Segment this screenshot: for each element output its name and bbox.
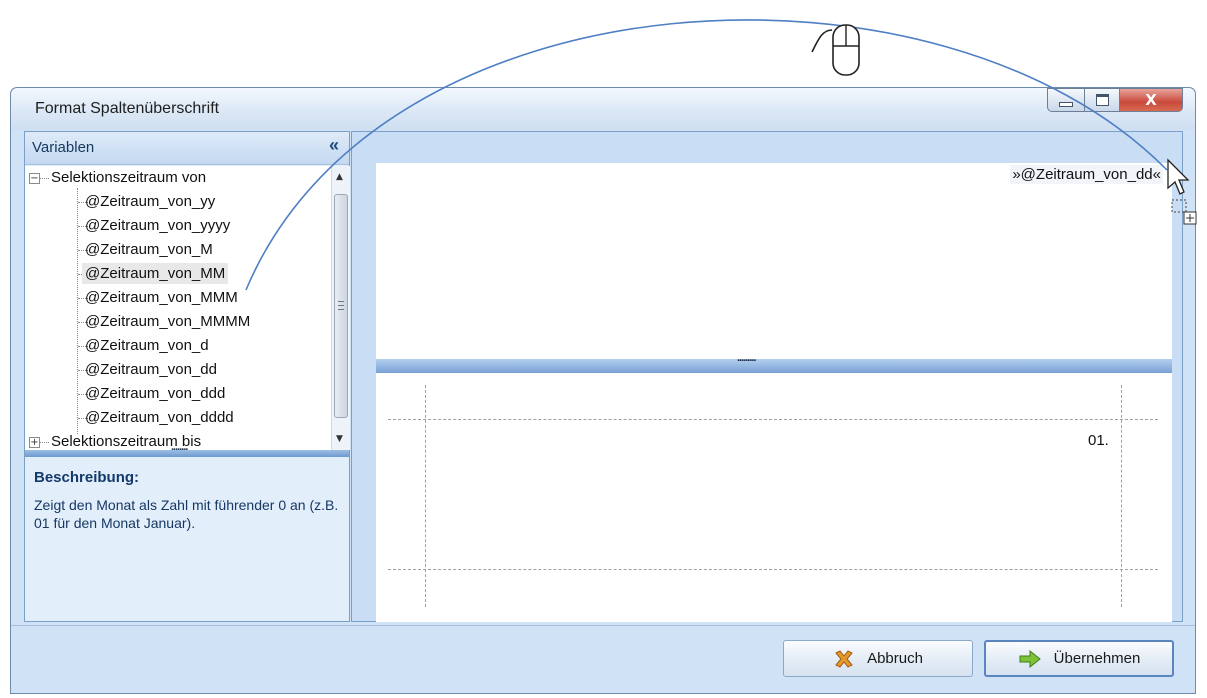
variables-tree: − Selektionszeitraum von @Zeitraum_von_y… xyxy=(25,166,331,450)
tree-scrollbar[interactable]: ▲ ▼ xyxy=(331,166,350,450)
arrow-right-icon xyxy=(1019,649,1041,668)
splitter-grip: ......... xyxy=(737,352,756,364)
tree-item[interactable]: @Zeitraum_von_MMM xyxy=(85,286,238,310)
mouse-icon xyxy=(811,24,860,76)
variables-panel-header: Variablen « xyxy=(25,132,349,165)
editor-splitter[interactable]: ......... xyxy=(376,352,1172,373)
format-editor[interactable]: »@Zeitraum_von_dd« xyxy=(376,163,1172,359)
guide-line xyxy=(388,419,1158,420)
tree-group-label: Selektionszeitraum von xyxy=(51,169,207,186)
tree-item[interactable]: @Zeitraum_von_yy xyxy=(85,190,215,214)
preview-value: 01. xyxy=(1088,432,1109,449)
close-icon: X xyxy=(1145,91,1157,109)
tree-item-label: @Zeitraum_von_ddd xyxy=(85,385,226,402)
tree-item[interactable]: @Zeitraum_von_M xyxy=(85,238,213,262)
cancel-button[interactable]: Abbruch xyxy=(783,640,973,677)
tree-item[interactable]: @Zeitraum_von_ddd xyxy=(85,382,225,406)
splitter-grip: ........ xyxy=(171,441,188,453)
editor-content[interactable]: »@Zeitraum_von_dd« xyxy=(1010,165,1163,184)
variables-panel-title: Variablen xyxy=(32,139,95,156)
window-title: Format Spaltenüberschrift xyxy=(35,100,220,117)
tree-item-label: @Zeitraum_von_M xyxy=(85,241,213,258)
tree-item-label: @Zeitraum_von_yyyy xyxy=(85,217,231,234)
tree-item-label: @Zeitraum_von_MMMM xyxy=(85,313,251,330)
maximize-button[interactable] xyxy=(1084,88,1120,112)
tree-item[interactable]: @Zeitraum_von_dddd xyxy=(85,406,234,430)
tree-connector xyxy=(39,178,49,179)
scrollbar-grip-icon xyxy=(338,301,344,310)
close-button[interactable]: X xyxy=(1119,88,1183,112)
tree-item-label: @Zeitraum_von_dd xyxy=(85,361,217,378)
panel-splitter[interactable]: ........ xyxy=(25,441,349,457)
tree-item[interactable]: @Zeitraum_von_yyyy xyxy=(85,214,230,238)
scroll-down-icon[interactable]: ▼ xyxy=(336,434,343,444)
tree-item-label: @Zeitraum_von_d xyxy=(85,337,209,354)
dialog-window: Format Spaltenüberschrift X Variablen « … xyxy=(10,87,1196,694)
cancel-icon xyxy=(835,649,853,668)
minimize-icon xyxy=(1059,101,1073,107)
tree-item-label: @Zeitraum_von_dddd xyxy=(85,409,234,426)
variables-panel: Variablen « − Selektionszeitraum von @Ze… xyxy=(24,131,350,622)
tree-guide-line xyxy=(77,188,78,434)
maximize-icon xyxy=(1095,94,1109,106)
footer-separator xyxy=(11,625,1195,626)
tree-item-label: @Zeitraum_von_yy xyxy=(85,193,216,210)
tree-item-selected[interactable]: @Zeitraum_von_MM xyxy=(82,262,229,286)
tree-item[interactable]: @Zeitraum_von_MMMM xyxy=(85,310,250,334)
minimize-button[interactable] xyxy=(1047,88,1085,112)
description-text: Zeigt den Monat als Zahl mit führender 0… xyxy=(34,497,339,531)
apply-button[interactable]: Übernehmen xyxy=(984,640,1174,677)
title-bar: Format Spaltenüberschrift X xyxy=(11,88,1195,130)
tree-item[interactable]: @Zeitraum_von_d xyxy=(85,334,209,358)
tree-item-label: @Zeitraum_von_MMM xyxy=(85,289,238,306)
scrollbar-thumb[interactable] xyxy=(334,194,348,418)
scroll-up-icon[interactable]: ▲ xyxy=(336,172,343,182)
collapse-panel-icon[interactable]: « xyxy=(329,135,339,156)
tree-item[interactable]: @Zeitraum_von_dd xyxy=(85,358,217,382)
tree-item-label: @Zeitraum_von_MM xyxy=(82,263,229,284)
cancel-button-label: Abbruch xyxy=(867,650,923,667)
apply-button-label: Übernehmen xyxy=(1053,650,1141,667)
preview-area: 01. xyxy=(376,373,1172,622)
description-title: Beschreibung: xyxy=(34,469,140,486)
editor-panel: »@Zeitraum_von_dd« ......... 01. xyxy=(351,131,1183,622)
tree-connector xyxy=(39,442,49,443)
guide-line xyxy=(388,569,1158,570)
